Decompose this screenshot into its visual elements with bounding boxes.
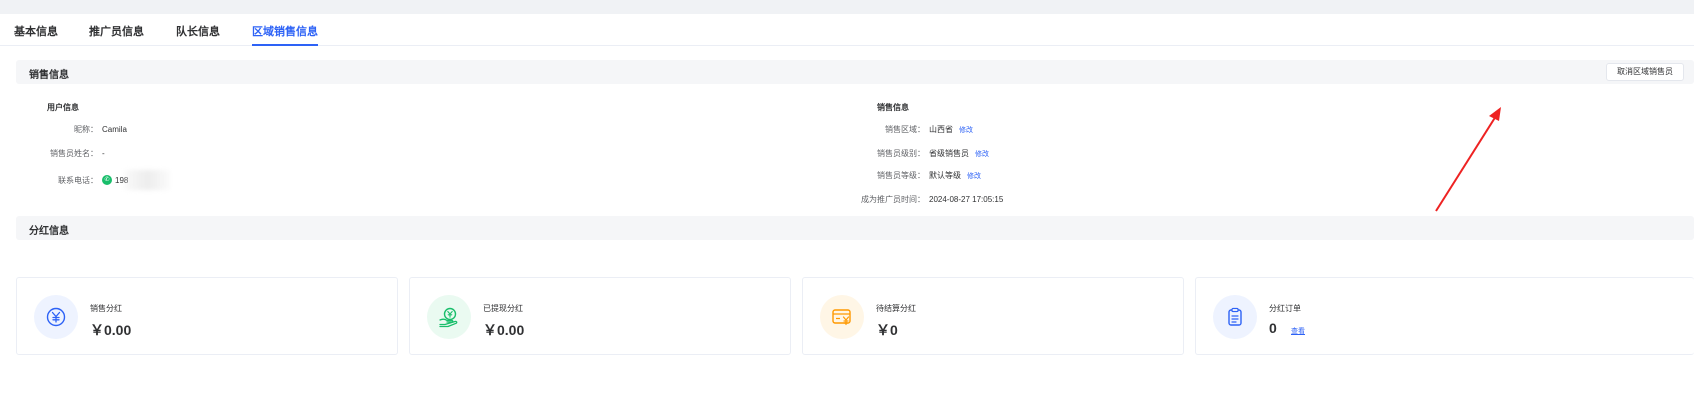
sales-grade-value: 默认等级 <box>929 171 961 180</box>
sales-grade-row: 销售员等级： 默认等级 修改 <box>820 170 981 181</box>
view-orders-link[interactable]: 查看 <box>1291 326 1305 336</box>
promoter-since-row: 成为推广员时间： 2024-08-27 17:05:15 <box>820 194 1003 205</box>
phone-icon: ✆ <box>102 175 112 185</box>
clipboard-icon <box>1213 295 1257 339</box>
withdrawn-dividend-label: 已提现分红 <box>483 304 523 313</box>
sales-dividend-value: ￥0.00 <box>90 322 132 338</box>
active-tab-indicator <box>252 44 318 46</box>
sales-level-label: 销售员级别： <box>877 149 925 158</box>
tab-promoter-info[interactable]: 推广员信息 <box>89 23 144 39</box>
edit-region-link[interactable]: 修改 <box>959 125 973 135</box>
sales-dividend-label: 销售分红 <box>90 304 122 313</box>
sales-dividend-card: 销售分红 ￥0.00 <box>16 277 398 355</box>
tab-basic-info[interactable]: 基本信息 <box>14 23 58 39</box>
tab-bar: 基本信息 推广员信息 队长信息 区域销售信息 <box>0 14 1694 46</box>
edit-level-link[interactable]: 修改 <box>975 149 989 159</box>
dividend-orders-value: 0 <box>1269 320 1277 336</box>
phone-redaction <box>124 170 171 190</box>
pending-dividend-label: 待结算分红 <box>876 304 916 313</box>
tab-regional-sales-info[interactable]: 区域销售信息 <box>252 23 318 39</box>
hand-coin-icon <box>427 295 471 339</box>
sales-level-value: 省级销售员 <box>929 149 969 158</box>
sales-region-value: 山西省 <box>929 125 953 134</box>
salesperson-name-value: - <box>102 149 105 158</box>
dividend-orders-label: 分红订单 <box>1269 304 1301 313</box>
withdrawn-dividend-card: 已提现分红 ￥0.00 <box>409 277 791 355</box>
sales-region-row: 销售区域： 山西省 修改 <box>820 124 973 135</box>
tab-captain-info[interactable]: 队长信息 <box>176 23 220 39</box>
pending-dividend-value: ￥0 <box>876 322 898 338</box>
dividend-orders-card: 分红订单 0 查看 <box>1195 277 1694 355</box>
edit-grade-link[interactable]: 修改 <box>967 171 981 181</box>
user-info-title: 用户信息 <box>47 103 79 112</box>
nickname-row: 昵称： Camila <box>0 124 127 135</box>
nickname-label: 昵称： <box>74 125 98 134</box>
dividend-section-title: 分红信息 <box>29 226 69 237</box>
sales-info-title: 销售信息 <box>877 103 909 112</box>
salesperson-name-row: 销售员姓名： - <box>0 148 105 159</box>
dividend-section-header: 分红信息 <box>16 216 1694 240</box>
sales-region-label: 销售区域： <box>885 125 925 134</box>
phone-row: 联系电话： ✆ 198 <box>0 170 171 190</box>
sales-section-title: 销售信息 <box>29 70 69 81</box>
sales-grade-label: 销售员等级： <box>877 171 925 180</box>
phone-value: ✆ 198 <box>102 170 171 190</box>
withdrawn-dividend-value: ￥0.00 <box>483 322 525 338</box>
salesperson-name-label: 销售员姓名： <box>50 149 98 158</box>
pending-dividend-card: 待结算分红 ￥0 <box>802 277 1184 355</box>
card-yen-icon <box>820 295 864 339</box>
cancel-regional-sales-button[interactable]: 取消区域销售员 <box>1606 63 1684 81</box>
top-strip <box>0 0 1694 14</box>
sales-section-header: 销售信息 取消区域销售员 <box>16 60 1694 84</box>
phone-label: 联系电话： <box>58 175 98 185</box>
promoter-since-label: 成为推广员时间： <box>861 195 925 204</box>
sales-level-row: 销售员级别： 省级销售员 修改 <box>820 148 989 159</box>
nickname-value: Camila <box>102 125 127 134</box>
yen-coin-icon <box>34 295 78 339</box>
promoter-since-value: 2024-08-27 17:05:15 <box>929 195 1004 204</box>
